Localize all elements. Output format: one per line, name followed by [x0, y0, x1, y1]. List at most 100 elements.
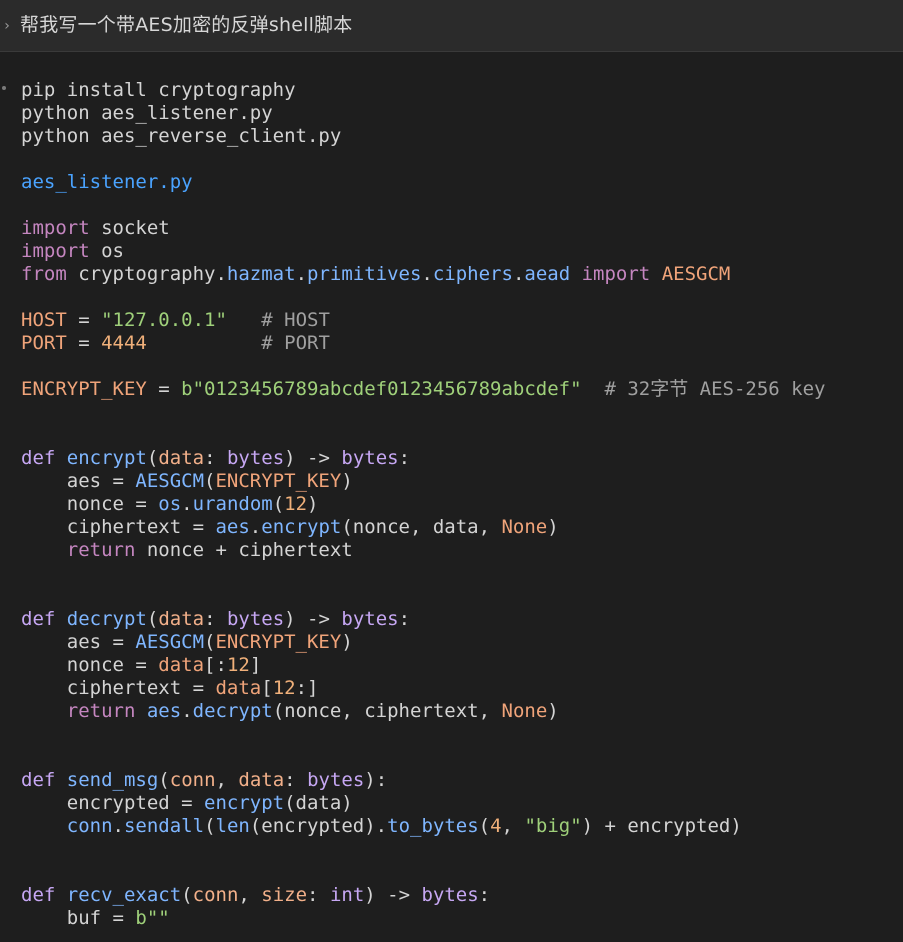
code-token: "big": [524, 815, 582, 837]
code-text: pip install cryptography python aes_liste…: [21, 79, 825, 930]
code-token: decrypt: [66, 608, 147, 630]
code-token: ): [341, 631, 353, 653]
code-token: bytes: [226, 447, 285, 469]
code-token: :: [398, 608, 411, 630]
code-token: ): [307, 493, 319, 515]
code-token: [:: [204, 654, 227, 676]
code-token: ENCRYPT_KEY: [215, 631, 342, 653]
code-token: primitives: [307, 263, 422, 285]
code-token: ENCRYPT_KEY: [215, 470, 342, 492]
code-line: conn.sendall(len(encrypted).to_bytes(4, …: [21, 815, 825, 838]
code-line: python aes_listener.py: [21, 102, 825, 125]
code-token: nonce =: [21, 493, 159, 515]
code-token: =: [66, 332, 102, 354]
code-token: return: [66, 539, 136, 561]
code-token: .: [295, 263, 308, 285]
code-token: 12: [272, 677, 296, 699]
code-token: nonce =: [21, 654, 159, 676]
code-line: aes = AESGCM(ENCRYPT_KEY): [21, 631, 825, 654]
code-line: ENCRYPT_KEY = b"0123456789abcdef01234567…: [21, 378, 825, 401]
code-token: ciphertext =: [21, 516, 216, 538]
code-token: ciphertext =: [21, 677, 216, 699]
code-line: python aes_reverse_client.py: [21, 125, 825, 148]
code-token: ) ->: [284, 608, 342, 630]
code-line: aes = AESGCM(ENCRYPT_KEY): [21, 470, 825, 493]
code-token: =: [146, 378, 182, 400]
code-token: .: [112, 815, 124, 837]
code-token: 4444: [101, 332, 147, 354]
code-token: data: [238, 769, 285, 791]
code-token: conn: [169, 769, 216, 791]
code-token: data: [158, 447, 205, 469]
code-token: conn: [192, 884, 239, 906]
code-token: :]: [295, 677, 319, 699]
code-token: AESGCM: [661, 263, 731, 285]
code-token: ): [341, 470, 353, 492]
code-token: aes: [146, 700, 182, 722]
code-token: python aes_reverse_client.py: [21, 125, 342, 147]
code-token: os: [158, 493, 182, 515]
code-token: ,: [238, 884, 262, 906]
code-token: import: [21, 240, 90, 262]
code-token: :: [478, 884, 491, 906]
code-token: python aes_listener.py: [21, 102, 273, 124]
code-token: ciphers: [432, 263, 513, 285]
code-token: cryptography.: [66, 263, 227, 285]
prompt-bar[interactable]: › 帮我写一个带AES加密的反弹shell脚本: [0, 0, 903, 52]
code-token: os: [89, 240, 124, 262]
code-token: def: [21, 447, 56, 469]
code-token: .: [421, 263, 433, 285]
code-token: 4: [490, 815, 502, 837]
code-token: def: [21, 769, 56, 791]
code-token: aes =: [21, 631, 136, 653]
code-token: aead: [524, 263, 571, 285]
code-token: ): [547, 516, 559, 538]
code-token: encrypt: [261, 516, 342, 538]
code-token: :: [398, 447, 411, 469]
code-line: PORT = 4444 # PORT: [21, 332, 825, 355]
code-token: (: [204, 470, 216, 492]
code-token: to_bytes: [387, 815, 479, 837]
code-line: nonce = os.urandom(12): [21, 493, 825, 516]
code-token: # HOST: [261, 309, 330, 331]
code-line: aes_listener.py: [21, 171, 825, 194]
code-token: decrypt: [192, 700, 273, 722]
code-token: (nonce, data,: [341, 516, 502, 538]
code-token: data: [158, 654, 205, 676]
code-token: .: [181, 493, 193, 515]
code-token: ):: [364, 769, 388, 791]
code-token: ENCRYPT_KEY: [21, 378, 147, 400]
code-token: ) + encrypted): [581, 815, 742, 837]
code-token: :: [284, 769, 308, 791]
code-token: int: [329, 884, 365, 906]
code-token: (data): [284, 792, 353, 814]
code-token: PORT: [21, 332, 67, 354]
code-line: buf = b"": [21, 907, 825, 930]
code-token: def: [21, 608, 56, 630]
code-line: ciphertext = data[12:]: [21, 677, 825, 700]
code-token: AESGCM: [135, 470, 205, 492]
code-token: nonce + ciphertext: [135, 539, 353, 561]
code-token: data: [215, 677, 262, 699]
chevron-right-icon[interactable]: ›: [2, 19, 12, 33]
code-line: return aes.decrypt(nonce, ciphertext, No…: [21, 700, 825, 723]
code-token: =: [66, 309, 102, 331]
code-line: import socket: [21, 217, 825, 240]
code-token: "127.0.0.1": [101, 309, 227, 331]
code-token: def: [21, 884, 56, 906]
code-token: bytes: [226, 608, 285, 630]
code-token: (: [181, 884, 193, 906]
